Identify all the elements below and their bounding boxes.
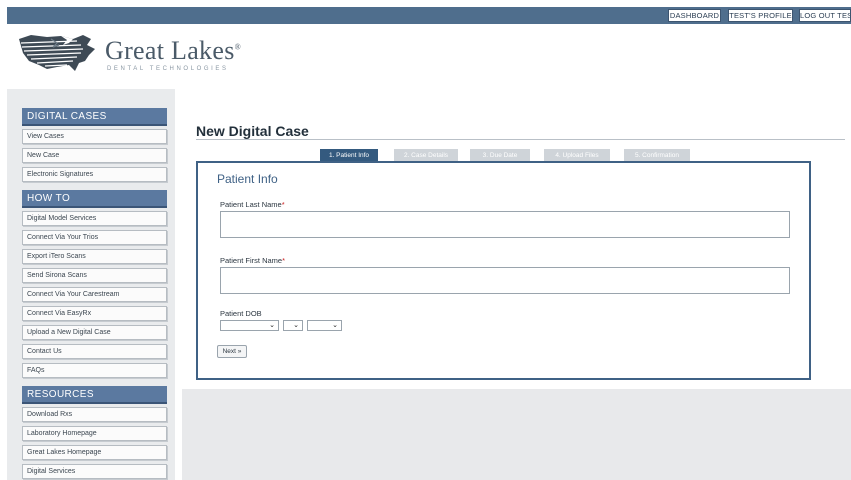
sidebar-item-view-cases[interactable]: View Cases <box>22 129 167 144</box>
dob-year-select[interactable]: ⌄ <box>307 320 342 331</box>
dob-day-select[interactable]: ⌄ <box>283 320 303 331</box>
first-name-label: Patient First Name* <box>220 256 285 265</box>
sidebar-section-how-to: HOW TO <box>22 190 167 208</box>
sidebar-item-digital-model-services[interactable]: Digital Model Services <box>22 211 167 226</box>
dob-label: Patient DOB <box>220 309 262 318</box>
chevron-down-icon: ⌄ <box>293 322 299 329</box>
registered-mark: ® <box>234 42 242 52</box>
sidebar-item-export-itero[interactable]: Export iTero Scans <box>22 249 167 264</box>
sidebar-item-connect-trios[interactable]: Connect Via Your Trios <box>22 230 167 245</box>
sidebar-item-new-case[interactable]: New Case <box>22 148 167 163</box>
sidebar-item-connect-carestream[interactable]: Connect Via Your Carestream <box>22 287 167 302</box>
brand-name-text[interactable]: Great Lakes <box>105 36 235 65</box>
top-nav-bar <box>7 7 851 24</box>
sidebar-item-laboratory-homepage[interactable]: Laboratory Homepage <box>22 426 167 441</box>
required-mark: * <box>281 200 285 209</box>
last-name-input[interactable] <box>220 211 790 238</box>
sidebar-item-upload-digital-case[interactable]: Upload a New Digital Case <box>22 325 167 340</box>
profile-button[interactable]: TEST'S PROFILE <box>728 9 793 22</box>
sidebar-item-contact-us[interactable]: Contact Us <box>22 344 167 359</box>
required-mark: * <box>282 256 286 265</box>
brand-tagline: DENTAL TECHNOLOGIES <box>107 66 229 72</box>
last-name-label: Patient Last Name* <box>220 200 285 209</box>
form-title: Patient Info <box>217 172 278 186</box>
chevron-down-icon: ⌄ <box>269 322 275 329</box>
next-button[interactable]: Next » <box>217 345 247 358</box>
sidebar-item-send-sirona[interactable]: Send Sirona Scans <box>22 268 167 283</box>
title-divider <box>196 139 845 140</box>
dashboard-button[interactable]: DASHBOARD <box>668 9 721 22</box>
chevron-down-icon: ⌄ <box>332 322 338 329</box>
sidebar-item-faqs[interactable]: FAQs <box>22 363 167 378</box>
sidebar-section-resources: RESOURCES <box>22 386 167 404</box>
sidebar-section-digital-cases: DIGITAL CASES <box>22 108 167 126</box>
sidebar-nav: DIGITAL CASES View Cases New Case Electr… <box>22 108 167 480</box>
last-name-label-text: Patient Last Name <box>220 200 282 209</box>
page-title: New Digital Case <box>196 123 309 139</box>
brand-name[interactable]: Great Lakes® <box>105 36 241 66</box>
sidebar-item-connect-easyrx[interactable]: Connect Via EasyRx <box>22 306 167 321</box>
logout-button[interactable]: LOG OUT TEST <box>799 9 851 22</box>
app-root: DASHBOARD TEST'S PROFILE LOG OUT TEST Gr… <box>0 0 851 480</box>
sidebar-item-digital-services[interactable]: Digital Services <box>22 464 167 479</box>
dob-month-select[interactable]: ⌄ <box>220 320 279 331</box>
sidebar-item-great-lakes-homepage[interactable]: Great Lakes Homepage <box>22 445 167 460</box>
first-name-input[interactable] <box>220 267 790 294</box>
first-name-label-text: Patient First Name <box>220 256 283 265</box>
sidebar-item-download-rxs[interactable]: Download Rxs <box>22 407 167 422</box>
usa-map-logo-icon[interactable] <box>17 31 97 73</box>
sidebar-item-electronic-signatures[interactable]: Electronic Signatures <box>22 167 167 182</box>
